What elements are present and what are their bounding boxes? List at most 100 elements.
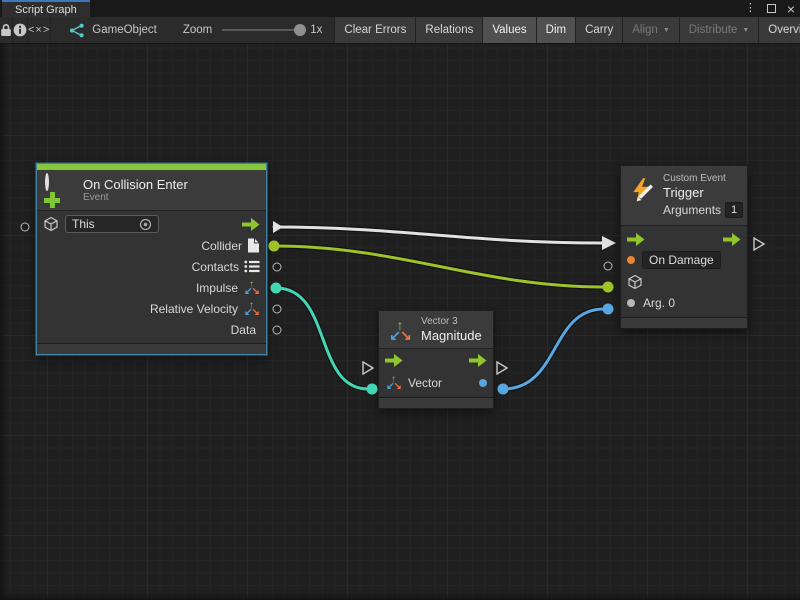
impulse-port-label: Impulse bbox=[196, 281, 238, 295]
arg0-wire-port[interactable] bbox=[603, 304, 614, 315]
gameobject-cube-icon bbox=[627, 274, 643, 290]
chevron-down-icon: ▼ bbox=[742, 27, 749, 34]
contacts-port-label: Contacts bbox=[192, 260, 239, 274]
values-toggle[interactable]: Values bbox=[482, 17, 535, 43]
relative-velocity-port-label: Relative Velocity bbox=[150, 302, 238, 316]
align-label: Align bbox=[632, 24, 658, 36]
string-input-port[interactable] bbox=[627, 256, 635, 264]
port-row-event-name: On Damage bbox=[621, 249, 747, 271]
port-row-relative-velocity: Relative Velocity ↑ ↙↘ bbox=[37, 298, 266, 319]
clear-errors-button[interactable]: Clear Errors bbox=[334, 17, 415, 43]
graph-canvas[interactable]: On Collision Enter Event This bbox=[0, 44, 800, 600]
float-output-port[interactable] bbox=[479, 379, 487, 387]
collider-port-label: Collider bbox=[201, 239, 242, 253]
zoom-slider-handle[interactable] bbox=[294, 24, 306, 36]
overview-label: Overview bbox=[768, 24, 800, 36]
node-trigger-custom-event[interactable]: Custom Event Trigger Arguments 1 On bbox=[620, 165, 748, 329]
flow-output-arrow-icon[interactable] bbox=[469, 354, 487, 367]
node-category: Custom Event bbox=[663, 173, 743, 185]
arguments-count-value: 1 bbox=[731, 204, 737, 216]
wire-collider-green[interactable] bbox=[274, 246, 604, 287]
chevron-down-icon: ▼ bbox=[663, 27, 670, 34]
this-object-field[interactable]: This bbox=[65, 215, 159, 233]
collider-doc-icon bbox=[247, 238, 260, 253]
zoom-label: Zoom bbox=[183, 24, 212, 36]
node-title: On Collision Enter bbox=[83, 177, 188, 192]
gameobject-label: GameObject bbox=[92, 24, 157, 36]
arg0-port-label: Arg. 0 bbox=[643, 296, 675, 310]
tab-script-graph[interactable]: Script Graph bbox=[2, 0, 90, 17]
lock-icon bbox=[0, 23, 12, 37]
lock-button[interactable] bbox=[0, 17, 13, 43]
flow-output-arrow-icon[interactable] bbox=[723, 233, 741, 246]
window-menu-icon[interactable]: ⋮ bbox=[745, 3, 756, 14]
target-input-port[interactable] bbox=[603, 282, 614, 293]
flow-output-arrow-icon[interactable] bbox=[242, 218, 260, 231]
wire-arrowhead bbox=[602, 236, 616, 250]
data-output-port[interactable] bbox=[273, 326, 282, 335]
relative-velocity-output-port[interactable] bbox=[273, 305, 282, 314]
flow-out-connected-triangle[interactable] bbox=[272, 220, 284, 234]
node-title: Magnitude bbox=[421, 328, 482, 343]
wire-impulse-teal[interactable] bbox=[276, 288, 368, 389]
zoom-value: 1x bbox=[310, 24, 322, 36]
node-title: Trigger bbox=[663, 185, 743, 200]
node-header[interactable]: Custom Event Trigger Arguments 1 bbox=[621, 166, 747, 226]
port-row-arg0: Arg. 0 bbox=[621, 292, 747, 314]
flow-out-triangle[interactable] bbox=[753, 237, 765, 251]
maximize-icon[interactable] bbox=[767, 4, 776, 13]
unity-script-graph-window: { "window": { "tab": "Script Graph", "me… bbox=[0, 0, 800, 600]
close-icon[interactable]: × bbox=[787, 2, 795, 16]
zoom-slider[interactable] bbox=[222, 29, 304, 31]
arg0-input-port[interactable] bbox=[627, 299, 635, 307]
node-vector3-magnitude[interactable]: ↑ ↙↘ Vector 3 Magnitude ↑ ↙↘ Vector bbox=[378, 310, 494, 409]
contacts-list-icon bbox=[244, 260, 260, 273]
event-name-input-port[interactable] bbox=[604, 262, 613, 271]
port-row-this: This bbox=[37, 211, 266, 235]
vector-input-port[interactable] bbox=[367, 384, 378, 395]
vector3-icon: ↑ ↙↘ bbox=[387, 320, 413, 340]
event-name-value: On Damage bbox=[649, 253, 714, 267]
vector3-icon: ↑ ↙↘ bbox=[243, 281, 260, 295]
carry-toggle[interactable]: Carry bbox=[575, 17, 622, 43]
port-row-contacts: Contacts bbox=[37, 256, 266, 277]
info-button[interactable] bbox=[13, 17, 28, 43]
graph-source-selector[interactable]: GameObject bbox=[51, 17, 157, 43]
carry-label: Carry bbox=[585, 24, 613, 36]
port-row-collider: Collider bbox=[37, 235, 266, 256]
values-label: Values bbox=[492, 24, 526, 36]
tab-label: Script Graph bbox=[15, 4, 77, 16]
magnitude-output-port[interactable] bbox=[498, 384, 509, 395]
flow-row bbox=[621, 226, 747, 249]
node-header[interactable]: ↑ ↙↘ Vector 3 Magnitude bbox=[379, 311, 493, 349]
align-dropdown[interactable]: Align ▼ bbox=[622, 17, 679, 43]
toolbar-buttons: Clear Errors Relations Values Dim Carry … bbox=[334, 17, 800, 43]
flow-in-triangle[interactable] bbox=[362, 361, 374, 375]
impulse-output-port[interactable] bbox=[271, 283, 282, 294]
wire-magnitude-blue[interactable] bbox=[503, 309, 604, 389]
this-field-value: This bbox=[72, 217, 133, 231]
overview-button[interactable]: Overview bbox=[758, 17, 800, 43]
object-picker-icon[interactable] bbox=[139, 218, 152, 231]
distribute-dropdown[interactable]: Distribute ▼ bbox=[679, 17, 759, 43]
flow-input-arrow-icon[interactable] bbox=[385, 354, 403, 367]
flow-out-triangle[interactable] bbox=[496, 361, 508, 375]
port-row-vector: ↑ ↙↘ Vector bbox=[379, 372, 493, 394]
node-on-collision-enter[interactable]: On Collision Enter Event This bbox=[36, 163, 267, 355]
event-name-field[interactable]: On Damage bbox=[642, 251, 721, 269]
arguments-count-field[interactable]: 1 bbox=[725, 202, 743, 218]
dim-toggle[interactable]: Dim bbox=[536, 17, 575, 43]
node-header[interactable]: On Collision Enter Event bbox=[37, 170, 266, 211]
code-view-button[interactable]: <×> bbox=[28, 17, 51, 43]
relations-button[interactable]: Relations bbox=[415, 17, 482, 43]
flow-input-arrow-icon[interactable] bbox=[627, 233, 645, 246]
dim-label: Dim bbox=[546, 24, 566, 36]
window-controls: ⋮ × bbox=[745, 0, 795, 17]
clear-errors-label: Clear Errors bbox=[344, 24, 406, 36]
gameobject-cube-icon bbox=[43, 216, 59, 232]
contacts-output-port[interactable] bbox=[273, 263, 282, 272]
custom-event-icon bbox=[629, 177, 655, 203]
collider-output-port[interactable] bbox=[269, 241, 280, 252]
flow-row bbox=[379, 349, 493, 372]
this-input-port[interactable] bbox=[21, 223, 30, 232]
